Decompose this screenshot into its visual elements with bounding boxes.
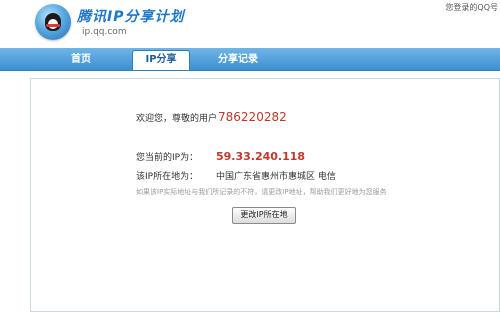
location-value: 中国广东省惠州市惠城区 电信	[216, 172, 336, 182]
qq-penguin-logo-icon	[35, 4, 71, 40]
welcome-text: 欢迎您，尊敬的用户	[136, 114, 218, 124]
nav-bar: 首页 IP分享 分享记录	[0, 48, 500, 71]
location-row: 该IP所在地为： 中国广东省惠州市惠城区 电信	[136, 169, 336, 182]
user-id: 786220282	[218, 110, 287, 124]
current-ip-row: 您当前的IP为： 59.33.240.118	[136, 150, 305, 163]
current-ip-label: 您当前的IP为：	[136, 153, 199, 163]
header: 腾讯IP分享计划 ip.qq.com 您登录的QQ号	[0, 0, 500, 48]
change-location-button[interactable]: 更改IP所在地	[232, 207, 296, 224]
tab-home[interactable]: 首页	[46, 51, 116, 70]
tab-share-record[interactable]: 分享记录	[198, 51, 278, 70]
brand-title: 腾讯IP分享计划	[77, 9, 185, 25]
current-ip-value: 59.33.240.118	[216, 150, 306, 163]
brand-url: ip.qq.com	[82, 27, 127, 37]
welcome-message: 欢迎您，尊敬的用户786220282	[136, 110, 287, 124]
login-hint: 您登录的QQ号	[445, 3, 498, 12]
tab-ip-share[interactable]: IP分享	[132, 50, 190, 70]
help-note: 如果该IP实际地址与我们所记录的不符，请更改IP地址，帮助我们更好地为您服务	[136, 188, 387, 196]
location-label: 该IP所在地为：	[136, 172, 199, 182]
main-panel: 欢迎您，尊敬的用户786220282 您当前的IP为： 59.33.240.118…	[30, 78, 500, 312]
